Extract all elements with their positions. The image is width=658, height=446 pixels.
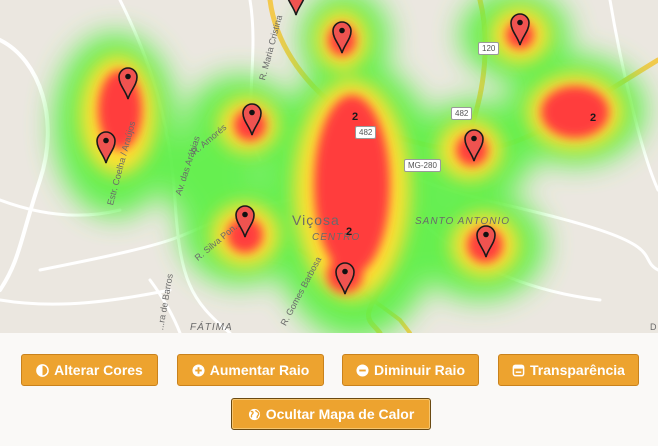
map-marker-pin[interactable] (285, 0, 307, 16)
road-badge-120: 120 (478, 42, 500, 55)
contrast-icon (36, 363, 49, 377)
ocultar-mapa-label: Ocultar Mapa de Calor (265, 406, 415, 422)
cluster-count: 2 (352, 111, 359, 123)
map-canvas (0, 0, 658, 333)
place-label-centro: CENTRO (312, 232, 361, 243)
road-badge-mg-280: MG-280 (404, 159, 441, 172)
road-badge-482: 482 (355, 126, 377, 139)
map-marker-pin[interactable] (241, 102, 263, 136)
road-badge-482: 482 (451, 107, 473, 120)
ocultar-mapa-de-calor-button[interactable]: Ocultar Mapa de Calor (231, 398, 431, 430)
window-icon (512, 364, 525, 376)
heatmap-map[interactable]: Estr. Coelha / Araújos Av. das Arábias R… (0, 0, 658, 333)
place-label-vicosa: Viçosa (292, 212, 340, 228)
cluster-count: 2 (590, 112, 597, 124)
transparencia-label: Transparência (530, 362, 625, 378)
diminuir-raio-button[interactable]: Diminuir Raio (342, 354, 479, 386)
diminuir-raio-label: Diminuir Raio (373, 362, 465, 378)
aumentar-raio-button[interactable]: Aumentar Raio (177, 354, 324, 386)
cluster-count: 2 (346, 226, 353, 238)
transparencia-button[interactable]: Transparência (498, 354, 639, 386)
map-marker-pin[interactable] (475, 224, 497, 258)
map-marker-pin[interactable] (334, 261, 356, 295)
map-attribution: D (650, 322, 657, 332)
map-marker-pin[interactable] (234, 204, 256, 238)
map-marker-pin[interactable] (331, 20, 353, 54)
map-marker-pin[interactable] (509, 12, 531, 46)
globe-icon (248, 408, 260, 420)
place-label-fatima: FÁTIMA (190, 322, 233, 333)
map-marker-pin[interactable] (117, 66, 139, 100)
map-marker-pin[interactable] (463, 128, 485, 162)
heatmap-controls: Alterar Cores Aumentar Raio Diminuir Rai… (0, 333, 658, 446)
plus-circle-icon (192, 363, 205, 377)
alterar-cores-label: Alterar Cores (54, 362, 143, 378)
map-marker-pin[interactable] (95, 130, 117, 164)
alterar-cores-button[interactable]: Alterar Cores (21, 354, 158, 386)
minus-circle-icon (356, 363, 369, 377)
aumentar-raio-label: Aumentar Raio (209, 362, 310, 378)
